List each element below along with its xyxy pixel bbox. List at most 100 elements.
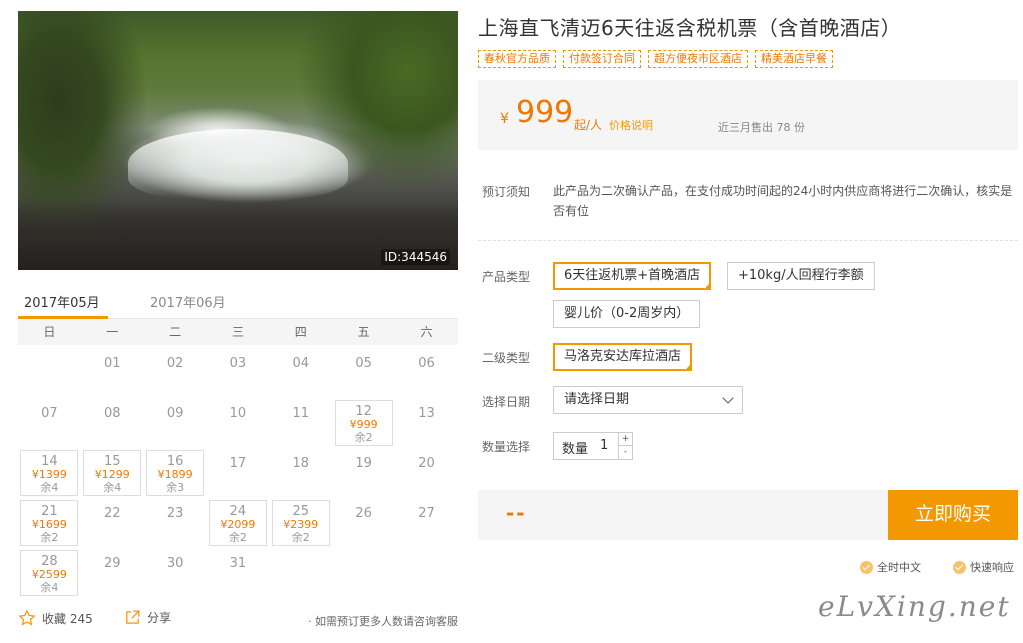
weekday-header: 日 一 二 三 四 五 六 bbox=[18, 319, 458, 345]
quantity-stepper: 数量 1 + - bbox=[553, 432, 633, 460]
calendar-day-number: 26 bbox=[355, 506, 372, 521]
check-icon: ✓ bbox=[684, 364, 691, 372]
date-select-value: 请选择日期 bbox=[564, 392, 630, 407]
weekday-wed: 三 bbox=[231, 325, 244, 339]
calendar-day[interactable]: 14 ¥1399 余4 bbox=[20, 450, 79, 496]
total-price: -- bbox=[506, 501, 527, 525]
photo-id-label: ID:344546 bbox=[381, 249, 450, 265]
calendar-day-number: 19 bbox=[355, 456, 372, 471]
assurance-label: 快速响应 bbox=[970, 561, 1014, 574]
quantity-decrement-button[interactable]: - bbox=[618, 446, 632, 459]
calendar-day: 31 bbox=[209, 550, 267, 596]
calendar-day-price: ¥1399 bbox=[31, 468, 67, 481]
calendar-day-number: 17 bbox=[229, 456, 247, 471]
calendar-day-number: 13 bbox=[418, 406, 435, 421]
calendar-day-number: 25 bbox=[292, 504, 310, 519]
calendar-day[interactable]: 12 ¥999 余2 bbox=[334, 400, 393, 446]
share-button[interactable]: 分享 bbox=[124, 609, 171, 626]
calendar-day-number: 14 bbox=[41, 454, 58, 469]
calendar-day[interactable]: 28 ¥2599 余4 bbox=[20, 550, 79, 596]
calendar-day-number: 11 bbox=[292, 406, 310, 421]
calendar-day[interactable]: 25 ¥2399 余2 bbox=[271, 500, 330, 546]
calendar-day: 07 bbox=[20, 400, 78, 446]
product-type-option-infant[interactable]: 婴儿价（0-2周岁内） bbox=[553, 300, 701, 328]
sub-type-option-hotel[interactable]: 马洛克安达库拉酒店 ✓ bbox=[553, 343, 693, 372]
calendar-day: 06 bbox=[398, 350, 456, 396]
product-type-option-luggage[interactable]: +10kg/人回程行李额 bbox=[727, 262, 875, 290]
buy-now-button[interactable]: 立即购买 bbox=[888, 490, 1018, 540]
calendar-day-remaining: 余2 bbox=[291, 531, 310, 544]
calendar-day: 08 bbox=[83, 400, 141, 446]
group-booking-note: · 如需预订更多人数请咨询客服 bbox=[308, 615, 458, 628]
quantity-increment-button[interactable]: + bbox=[618, 433, 632, 446]
calendar-day: 23 bbox=[146, 500, 204, 546]
action-footer: 收藏 245 分享 · 如需预订更多人数请咨询客服 bbox=[18, 609, 458, 633]
assurance-fast-response: 快速响应 bbox=[953, 559, 1014, 575]
calendar-day: 11 bbox=[272, 400, 330, 446]
calendar-day[interactable]: 15 ¥1299 余4 bbox=[83, 450, 142, 496]
calendar-day-remaining: 余4 bbox=[40, 481, 59, 494]
purchase-bar: -- 立即购买 bbox=[478, 490, 1018, 540]
sub-type-label: 二级类型 bbox=[482, 351, 531, 365]
calendar-day-price: ¥2599 bbox=[31, 568, 67, 581]
calendar-day-number: 22 bbox=[103, 506, 121, 521]
calendar-day: 20 bbox=[398, 450, 456, 496]
feature-tags: 春秋官方品质 付款签订合同 超方便夜市区酒店 精美酒店早餐 bbox=[478, 50, 833, 68]
check-icon: ✓ bbox=[703, 283, 710, 291]
option-label: 6天往返机票+首晚酒店 bbox=[564, 268, 701, 283]
favorite-label: 收藏 245 bbox=[42, 611, 93, 626]
calendar-day[interactable]: 21 ¥1699 余2 bbox=[20, 500, 79, 546]
calendar-day-number: 09 bbox=[166, 406, 184, 421]
calendar-day-number: 27 bbox=[418, 506, 435, 521]
calendar-day-remaining: 余2 bbox=[40, 531, 59, 544]
calendar-day: 27 bbox=[398, 500, 456, 546]
date-select[interactable]: 请选择日期 bbox=[553, 386, 743, 414]
calendar-day[interactable]: 24 ¥2099 余2 bbox=[208, 500, 267, 546]
calendar-day: 17 bbox=[209, 450, 267, 496]
weekday-tue: 二 bbox=[169, 325, 182, 339]
calendar-day: 26 bbox=[335, 500, 393, 546]
assurance-chinese-service: 全时中文 bbox=[860, 559, 921, 575]
departure-calendar: 日 一 二 三 四 五 六 01 02 03 04 05 06 07 08 09 10 11 12 ¥9… bbox=[18, 319, 458, 596]
calendar-day-number: 28 bbox=[41, 554, 58, 569]
calendar-day: 19 bbox=[335, 450, 393, 496]
quantity-inner-label: 数量 bbox=[562, 442, 589, 457]
calendar-day-number: 15 bbox=[103, 454, 121, 469]
calendar-day-number: 16 bbox=[166, 454, 184, 469]
calendar-day-number: 30 bbox=[166, 556, 184, 571]
tab-month-may[interactable]: 2017年05月 bbox=[24, 292, 100, 311]
calendar-day-number: 21 bbox=[41, 504, 58, 519]
quantity-label: 数量选择 bbox=[482, 440, 531, 454]
booking-notice-text: 此产品为二次确认产品，在支付成功时间起的24小时内供应商将进行二次确认，核实是否… bbox=[553, 184, 1013, 218]
calendar-day-price: ¥1699 bbox=[31, 518, 67, 531]
product-type-option-flight-hotel[interactable]: 6天往返机票+首晚酒店 ✓ bbox=[553, 262, 712, 291]
weekday-sun: 日 bbox=[43, 325, 56, 339]
quantity-value[interactable]: 1 bbox=[600, 438, 608, 453]
assurance-label: 全时中文 bbox=[877, 561, 921, 574]
check-circle-icon bbox=[860, 560, 873, 574]
option-label: +10kg/人回程行李额 bbox=[738, 268, 864, 283]
weekday-thu: 四 bbox=[294, 325, 307, 339]
favorite-button[interactable]: 收藏 245 bbox=[18, 609, 93, 627]
option-label: 婴儿价（0-2周岁内） bbox=[564, 306, 690, 321]
option-label: 马洛克安达库拉酒店 bbox=[564, 349, 682, 364]
calendar-day-number: 05 bbox=[355, 356, 372, 371]
tab-month-june[interactable]: 2017年06月 bbox=[150, 292, 226, 311]
price-explanation-link[interactable]: 价格说明 bbox=[609, 117, 653, 133]
calendar-day: 03 bbox=[209, 350, 267, 396]
calendar-day-number: 20 bbox=[418, 456, 435, 471]
calendar-day[interactable]: 16 ¥1899 余3 bbox=[146, 450, 205, 496]
calendar-day-price: ¥1299 bbox=[94, 468, 130, 481]
weekday-fri: 五 bbox=[357, 325, 370, 339]
calendar-day-number: 03 bbox=[229, 356, 247, 371]
weekday-sat: 六 bbox=[420, 325, 433, 339]
calendar-day-remaining: 余2 bbox=[228, 531, 247, 544]
calendar-day-number: 02 bbox=[166, 356, 184, 371]
calendar-day-number: 12 bbox=[355, 404, 372, 419]
calendar-day-price: ¥1899 bbox=[157, 468, 193, 481]
chevron-down-icon bbox=[722, 392, 734, 404]
calendar-day-number: 18 bbox=[292, 456, 310, 471]
calendar-day-remaining: 余2 bbox=[354, 431, 373, 444]
calendar-day-number: 01 bbox=[103, 356, 121, 371]
page-title: 上海直飞清迈6天往返含税机票（含首晚酒店） bbox=[478, 16, 902, 40]
